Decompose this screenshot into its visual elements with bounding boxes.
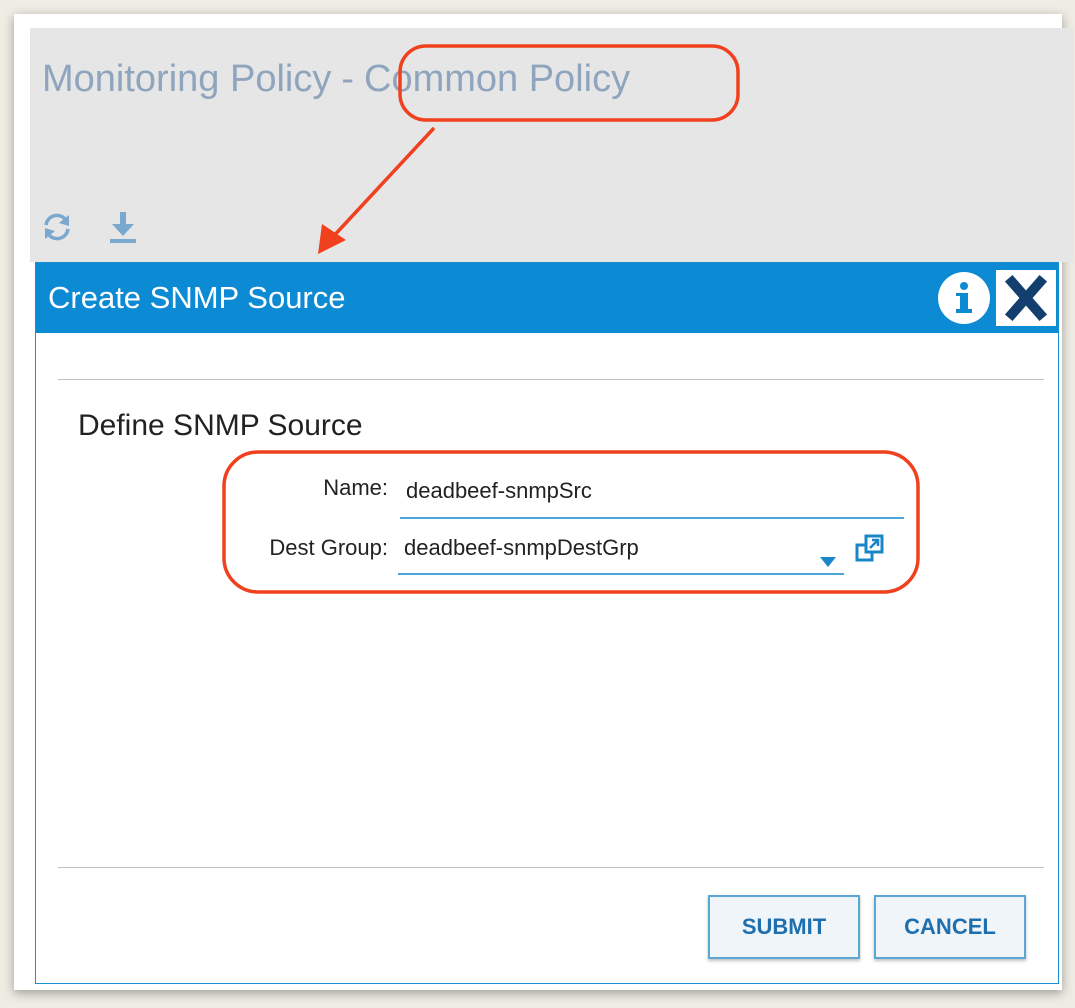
download-icon[interactable] bbox=[106, 210, 140, 244]
open-in-window-icon[interactable] bbox=[854, 533, 886, 565]
section-title: Define SNMP Source bbox=[78, 409, 363, 442]
cancel-button[interactable]: CANCEL bbox=[874, 895, 1026, 959]
chevron-down-icon[interactable] bbox=[820, 547, 836, 567]
name-label: Name: bbox=[323, 475, 388, 500]
page-header: Monitoring Policy - Common Policy bbox=[30, 28, 1074, 191]
bottom-divider bbox=[58, 867, 1044, 868]
info-icon[interactable] bbox=[938, 272, 990, 324]
page-title-separator: - bbox=[341, 58, 354, 100]
close-icon[interactable] bbox=[996, 270, 1056, 326]
toolbar bbox=[30, 190, 1074, 262]
dest-group-label: Dest Group: bbox=[269, 535, 388, 560]
page-title-policy-name: Common Policy bbox=[364, 58, 631, 100]
dialog-header: Create SNMP Source bbox=[36, 263, 1058, 333]
refresh-icon[interactable] bbox=[40, 210, 74, 244]
submit-button[interactable]: SUBMIT bbox=[708, 895, 860, 959]
page-title: Monitoring Policy - Common Policy bbox=[42, 58, 630, 101]
dialog-title: Create SNMP Source bbox=[48, 280, 346, 315]
page-title-prefix: Monitoring Policy bbox=[42, 58, 332, 100]
name-input[interactable] bbox=[400, 473, 904, 519]
create-snmp-source-dialog: Create SNMP Source Define SNMP Source Na… bbox=[35, 262, 1059, 984]
top-divider bbox=[58, 379, 1044, 380]
dest-group-value: deadbeef-snmpDestGrp bbox=[404, 535, 639, 560]
dest-group-select[interactable]: deadbeef-snmpDestGrp bbox=[398, 529, 844, 575]
